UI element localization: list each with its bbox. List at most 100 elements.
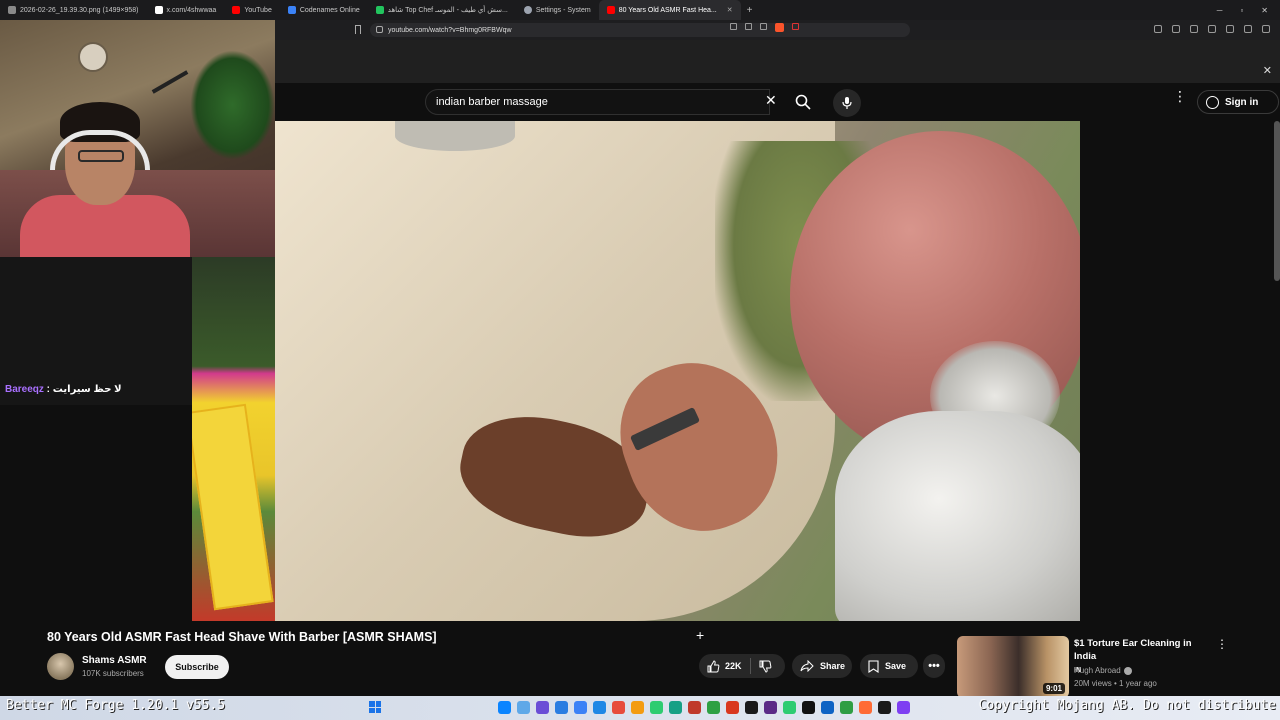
recommended-meta: 20M views • 1 year ago bbox=[1074, 679, 1157, 688]
taskbar-app-icon[interactable] bbox=[764, 701, 777, 714]
barber-beard bbox=[395, 121, 515, 151]
maximize-icon[interactable]: ▫ bbox=[1240, 6, 1243, 15]
vpn-icon[interactable] bbox=[1244, 25, 1252, 33]
wallet-icon[interactable] bbox=[1208, 25, 1216, 33]
page-scrollbar[interactable] bbox=[1274, 121, 1280, 281]
taskbar-app-icon[interactable] bbox=[517, 701, 530, 714]
minecraft-copyright-overlay: Copyright Mojang AB. Do not distribute bbox=[978, 698, 1276, 713]
minecraft-version-overlay: Better MC Forge 1.20.1 v55.5 bbox=[6, 698, 226, 713]
browser-tab[interactable]: x.com/4shwwaa bbox=[147, 0, 225, 20]
browser-tab[interactable]: YouTube bbox=[224, 0, 280, 20]
taskbar-app-icon[interactable] bbox=[745, 701, 758, 714]
url-field[interactable]: youtube.com/watch?v=Bhmg0RFBWqw bbox=[370, 23, 910, 37]
zoom-icon[interactable] bbox=[745, 23, 752, 30]
recommended-channel[interactable]: Hugh Abroad bbox=[1074, 666, 1132, 675]
clear-search-icon[interactable]: ✕ bbox=[765, 92, 777, 109]
video-info: 80 Years Old ASMR Fast Head Shave With B… bbox=[0, 621, 1280, 698]
taskbar-app-icon[interactable] bbox=[859, 701, 872, 714]
taskbar-app-icon[interactable] bbox=[726, 701, 739, 714]
browser-tab-strip: 2026-02-26_19.39.30.png (1499×958) x.com… bbox=[0, 0, 1280, 20]
shahid-icon bbox=[375, 6, 384, 14]
dislike-button[interactable] bbox=[751, 654, 780, 678]
recommended-thumbnail[interactable]: 9:01 bbox=[957, 636, 1069, 698]
taskbar-app-icon[interactable] bbox=[650, 701, 663, 714]
media-icon[interactable] bbox=[1172, 25, 1180, 33]
minimize-icon[interactable]: ─ bbox=[1217, 6, 1223, 15]
search-input[interactable]: indian barber massage bbox=[425, 89, 770, 115]
subscribe-button[interactable]: Subscribe bbox=[165, 655, 229, 679]
share-button[interactable]: Share bbox=[792, 654, 852, 678]
menu-icon[interactable] bbox=[1262, 25, 1270, 33]
sidebar-icon[interactable] bbox=[1154, 25, 1162, 33]
add-icon[interactable]: + bbox=[696, 627, 704, 643]
cast-icon[interactable] bbox=[730, 23, 737, 30]
microphone-icon bbox=[842, 97, 852, 109]
brave-shields-icon[interactable] bbox=[775, 23, 784, 32]
search-query: indian barber massage bbox=[436, 96, 548, 108]
background-poster bbox=[192, 257, 275, 621]
tab-label: Codenames Online bbox=[299, 6, 360, 14]
share-page-icon[interactable] bbox=[760, 23, 767, 30]
taskbar-app-icon[interactable] bbox=[612, 701, 625, 714]
more-actions-button[interactable]: ••• bbox=[923, 654, 945, 678]
taskbar-app-icon[interactable] bbox=[498, 701, 511, 714]
taskbar-app-icon[interactable] bbox=[688, 701, 701, 714]
taskbar-app-icon[interactable] bbox=[536, 701, 549, 714]
recommended-more-icon[interactable]: ⋮ bbox=[1216, 637, 1228, 651]
taskbar-app-icon[interactable] bbox=[707, 701, 720, 714]
taskbar-app-icon[interactable] bbox=[802, 701, 815, 714]
subscriber-count: 107K subscribers bbox=[82, 669, 144, 678]
poster-box bbox=[192, 403, 274, 611]
bookmark-save-icon bbox=[868, 659, 879, 673]
save-button[interactable]: Save bbox=[860, 654, 918, 678]
chat-text: لا حظ سيرايت bbox=[52, 384, 122, 395]
windows-taskbar: Better MC Forge 1.20.1 v55.5 Copyright M… bbox=[0, 696, 1280, 720]
sign-in-button[interactable]: Sign in bbox=[1197, 90, 1279, 114]
browser-tab[interactable]: 2026-02-26_19.39.30.png (1499×958) bbox=[0, 0, 147, 20]
like-dislike-group: 22K bbox=[699, 654, 785, 678]
thumbs-down-icon bbox=[759, 660, 771, 673]
like-button[interactable]: 22K bbox=[699, 654, 750, 678]
share-arrow-icon bbox=[800, 660, 814, 672]
browser-tab[interactable]: Settings - System bbox=[516, 0, 599, 20]
video-duration: 9:01 bbox=[1042, 683, 1065, 694]
taskbar-app-icon[interactable] bbox=[631, 701, 644, 714]
channel-avatar[interactable] bbox=[47, 653, 74, 680]
settings-more-icon[interactable]: ⋮ bbox=[1173, 89, 1187, 103]
dismiss-close-icon[interactable]: ✕ bbox=[1263, 64, 1272, 77]
video-player[interactable] bbox=[275, 121, 1080, 621]
tab-label: x.com/4shwwaa bbox=[166, 6, 217, 14]
extensions-icon[interactable] bbox=[1226, 25, 1234, 33]
reader-icon[interactable] bbox=[1190, 25, 1198, 33]
tab-label: Settings - System bbox=[535, 6, 591, 14]
brave-rewards-icon[interactable] bbox=[792, 23, 799, 30]
browser-tab-active[interactable]: 80 Years Old ASMR Fast Hea... ✕ bbox=[598, 0, 741, 20]
chat-separator: : bbox=[43, 384, 53, 395]
taskbar-app-icon[interactable] bbox=[821, 701, 834, 714]
browser-tab[interactable]: Codenames Online bbox=[280, 0, 368, 20]
windows-start-icon[interactable] bbox=[369, 701, 381, 713]
new-tab-icon[interactable]: + bbox=[741, 5, 759, 16]
taskbar-app-icon[interactable] bbox=[897, 701, 910, 714]
taskbar-app-icon[interactable] bbox=[878, 701, 891, 714]
site-info-icon[interactable] bbox=[376, 26, 383, 33]
taskbar-app-icon[interactable] bbox=[555, 701, 568, 714]
taskbar-app-icon[interactable] bbox=[593, 701, 606, 714]
bookmark-icon[interactable] bbox=[355, 25, 361, 34]
voice-search-button[interactable] bbox=[833, 89, 861, 117]
settings-gear-icon bbox=[523, 6, 532, 14]
taskbar-app-icon[interactable] bbox=[574, 701, 587, 714]
taskbar-app-icon[interactable] bbox=[840, 701, 853, 714]
taskbar-app-icon[interactable] bbox=[669, 701, 682, 714]
tab-label: 2026-02-26_19.39.30.png (1499×958) bbox=[20, 6, 139, 14]
plant bbox=[190, 50, 275, 160]
tab-close-icon[interactable]: ✕ bbox=[727, 6, 733, 14]
channel-name[interactable]: Shams ASMR bbox=[82, 655, 147, 666]
search-button[interactable] bbox=[787, 89, 819, 115]
url-action-icons bbox=[730, 23, 799, 32]
browser-tab[interactable]: شاهد Top Chef سش أي طيف - الموسـ... bbox=[368, 0, 516, 20]
window-close-icon[interactable]: ✕ bbox=[1261, 6, 1268, 15]
save-label: Save bbox=[885, 661, 907, 671]
tab-label: شاهد Top Chef سش أي طيف - الموسـ... bbox=[387, 7, 508, 14]
taskbar-app-icon[interactable] bbox=[783, 701, 796, 714]
